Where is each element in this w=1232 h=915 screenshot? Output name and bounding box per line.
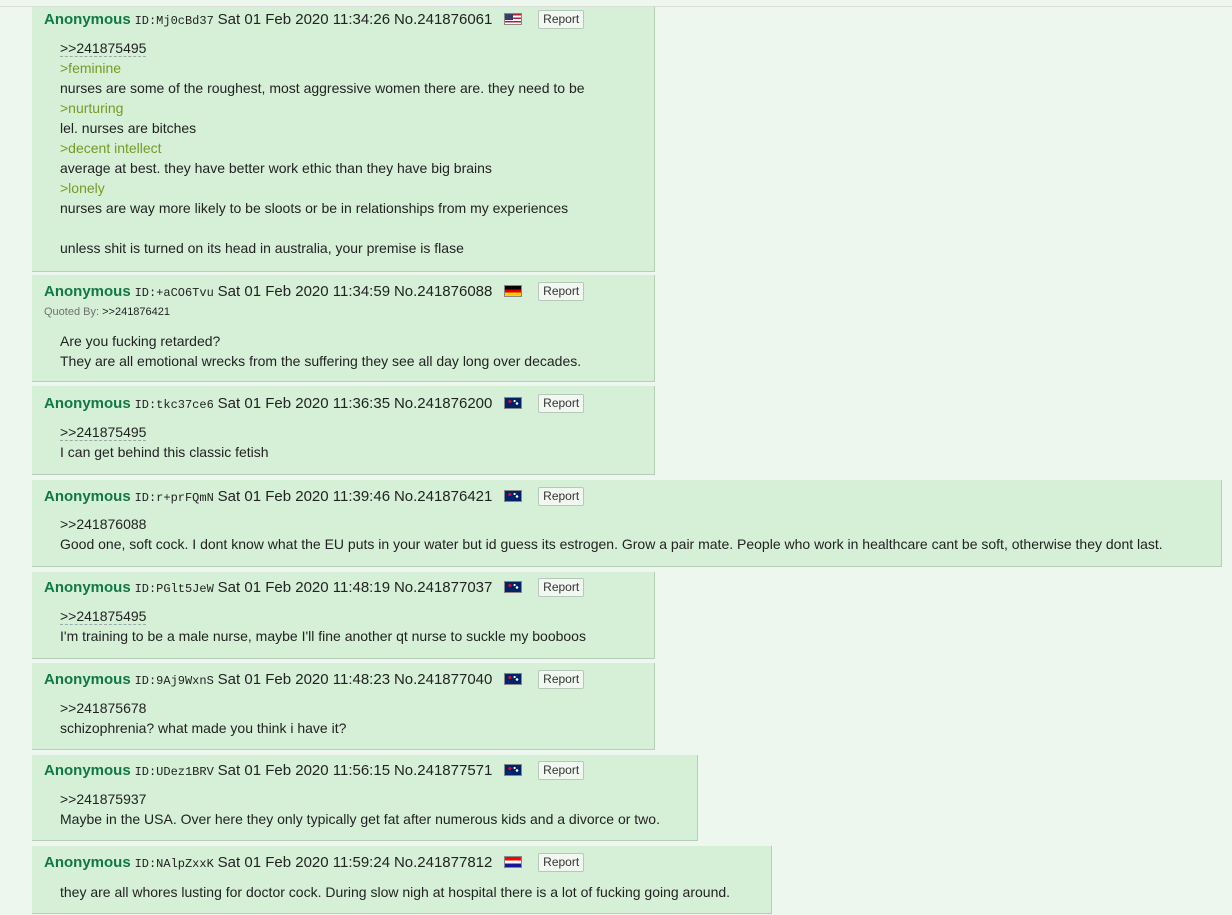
croatia-flag-icon: [504, 856, 523, 868]
post-number[interactable]: No.241876421: [394, 488, 492, 505]
poster-id[interactable]: ID:9Aj9WxnS: [135, 674, 214, 688]
quote-link[interactable]: >>241875937: [60, 791, 146, 807]
post-number[interactable]: No.241876088: [394, 283, 492, 300]
message-line: Are you fucking retarded?: [60, 333, 221, 349]
report-button[interactable]: Report: [538, 578, 585, 597]
post-header: Anonymous ID:UDez1BRV Sat 01 Feb 2020 11…: [44, 760, 585, 780]
greentext: >decent intellect: [60, 140, 162, 156]
post-header: Anonymous ID:PGlt5JeW Sat 01 Feb 2020 11…: [44, 577, 585, 597]
message-line: lel. nurses are bitches: [60, 120, 197, 136]
post-header: Anonymous ID:tkc37ce6 Sat 01 Feb 2020 11…: [44, 393, 585, 413]
poster-name: Anonymous: [44, 11, 131, 28]
post: Anonymous ID:tkc37ce6 Sat 01 Feb 2020 11…: [32, 386, 655, 475]
greentext: >feminine: [60, 60, 122, 76]
quote-link[interactable]: >>241875495: [60, 608, 147, 625]
report-button[interactable]: Report: [538, 761, 585, 780]
poster-name: Anonymous: [44, 488, 131, 505]
post-number[interactable]: No.241877571: [394, 762, 492, 779]
post-datetime: Sat 01 Feb 2020 11:36:35: [217, 395, 391, 412]
post-message: >>241875495 >feminine nurses are some of…: [60, 38, 585, 258]
message-line: unless shit is turned on its head in aus…: [60, 240, 464, 256]
post-datetime: Sat 01 Feb 2020 11:48:19: [217, 579, 391, 596]
post-message: >>241875937 Maybe in the USA. Over here …: [60, 789, 660, 829]
poster-name: Anonymous: [44, 854, 131, 871]
australia-flag-icon: [504, 764, 523, 776]
germany-flag-icon: [504, 285, 523, 297]
poster-id[interactable]: ID:r+prFQmN: [135, 491, 214, 505]
post-number[interactable]: No.241876200: [394, 395, 492, 412]
message-line: Maybe in the USA. Over here they only ty…: [60, 811, 660, 827]
report-button[interactable]: Report: [538, 394, 585, 413]
post: Anonymous ID:NAlpZxxK Sat 01 Feb 2020 11…: [32, 846, 772, 914]
poster-name: Anonymous: [44, 671, 131, 688]
post-header: Anonymous ID:NAlpZxxK Sat 01 Feb 2020 11…: [44, 852, 585, 872]
message-line: I can get behind this classic fetish: [60, 444, 269, 460]
post-header: Anonymous ID:9Aj9WxnS Sat 01 Feb 2020 11…: [44, 669, 585, 689]
poster-id[interactable]: ID:NAlpZxxK: [135, 857, 214, 871]
greentext: >lonely: [60, 180, 105, 196]
australia-flag-icon: [504, 397, 523, 409]
post-message: >>241876088 Good one, soft cock. I dont …: [60, 514, 1163, 554]
report-button[interactable]: Report: [538, 10, 585, 29]
post: Anonymous ID:9Aj9WxnS Sat 01 Feb 2020 11…: [32, 663, 655, 750]
post-number[interactable]: No.241877812: [394, 854, 492, 871]
australia-flag-icon: [504, 581, 523, 593]
message-line: Good one, soft cock. I dont know what th…: [60, 536, 1163, 552]
quote-link[interactable]: >>241876088: [60, 516, 146, 532]
poster-id[interactable]: ID:tkc37ce6: [135, 398, 214, 412]
post-message: >>241875495 I'm training to be a male nu…: [60, 606, 586, 646]
message-line: schizophrenia? what made you think i hav…: [60, 720, 347, 736]
message-line: average at best. they have better work e…: [60, 160, 492, 176]
poster-name: Anonymous: [44, 395, 131, 412]
poster-id[interactable]: ID:+aCO6Tvu: [135, 286, 214, 300]
post: Anonymous ID:PGlt5JeW Sat 01 Feb 2020 11…: [32, 572, 655, 659]
post-datetime: Sat 01 Feb 2020 11:48:23: [217, 671, 391, 688]
post-message: they are all whores lusting for doctor c…: [60, 882, 730, 902]
post-number[interactable]: No.241877037: [394, 579, 492, 596]
message-line: [60, 218, 585, 238]
us-flag-icon: [504, 13, 523, 25]
post-message: >>241875495 I can get behind this classi…: [60, 422, 269, 462]
post-message: Are you fucking retarded? They are all e…: [60, 331, 581, 371]
quoted-by: Quoted By: >>241876421: [44, 306, 170, 318]
australia-flag-icon: [504, 490, 523, 502]
poster-id[interactable]: ID:UDez1BRV: [135, 765, 214, 779]
post: Anonymous ID:UDez1BRV Sat 01 Feb 2020 11…: [32, 755, 698, 841]
quoted-by-link[interactable]: >>241876421: [102, 306, 170, 318]
message-line: They are all emotional wrecks from the s…: [60, 353, 582, 369]
quote-link[interactable]: >>241875678: [60, 700, 146, 716]
post-number[interactable]: No.241877040: [394, 671, 492, 688]
post-datetime: Sat 01 Feb 2020 11:34:59: [217, 283, 391, 300]
report-button[interactable]: Report: [538, 670, 585, 689]
greentext: >nurturing: [60, 100, 124, 116]
post-datetime: Sat 01 Feb 2020 11:39:46: [217, 488, 391, 505]
post-message: >>241875678 schizophrenia? what made you…: [60, 698, 346, 738]
message-line: I'm training to be a male nurse, maybe I…: [60, 628, 586, 644]
poster-name: Anonymous: [44, 579, 131, 596]
quoted-by-label: Quoted By:: [44, 306, 100, 318]
poster-id[interactable]: ID:PGlt5JeW: [135, 582, 214, 596]
post: Anonymous ID:+aCO6Tvu Sat 01 Feb 2020 11…: [32, 275, 655, 382]
poster-name: Anonymous: [44, 762, 131, 779]
post: Anonymous ID:Mj0cBd37 Sat 01 Feb 2020 11…: [32, 7, 655, 272]
post-number[interactable]: No.241876061: [394, 11, 492, 28]
post-header: Anonymous ID:Mj0cBd37 Sat 01 Feb 2020 11…: [44, 9, 585, 29]
message-line: nurses are way more likely to be sloots …: [60, 200, 569, 216]
quote-link[interactable]: >>241875495: [60, 424, 147, 441]
post: Anonymous ID:r+prFQmN Sat 01 Feb 2020 11…: [32, 480, 1222, 567]
post-datetime: Sat 01 Feb 2020 11:56:15: [217, 762, 391, 779]
post-datetime: Sat 01 Feb 2020 11:34:26: [217, 11, 391, 28]
report-button[interactable]: Report: [538, 853, 585, 872]
message-line: nurses are some of the roughest, most ag…: [60, 80, 585, 96]
report-button[interactable]: Report: [538, 282, 585, 301]
message-line: they are all whores lusting for doctor c…: [60, 884, 731, 900]
post-header: Anonymous ID:+aCO6Tvu Sat 01 Feb 2020 11…: [44, 281, 585, 301]
poster-name: Anonymous: [44, 283, 131, 300]
post-header: Anonymous ID:r+prFQmN Sat 01 Feb 2020 11…: [44, 486, 585, 506]
report-button[interactable]: Report: [538, 487, 585, 506]
australia-flag-icon: [504, 673, 523, 685]
poster-id[interactable]: ID:Mj0cBd37: [135, 14, 214, 28]
quote-link[interactable]: >>241875495: [60, 40, 147, 57]
post-datetime: Sat 01 Feb 2020 11:59:24: [217, 854, 391, 871]
